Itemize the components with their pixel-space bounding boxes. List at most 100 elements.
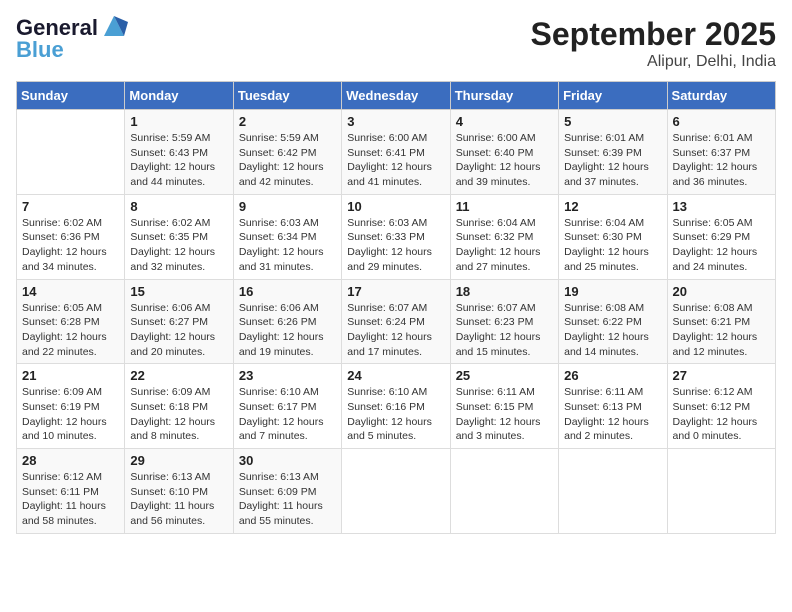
day-number: 25 (456, 368, 553, 383)
calendar-cell: 29 Sunrise: 6:13 AMSunset: 6:10 PMDayligh… (125, 449, 233, 534)
day-number: 5 (564, 114, 661, 129)
day-number: 6 (673, 114, 770, 129)
day-number: 10 (347, 199, 444, 214)
day-number: 7 (22, 199, 119, 214)
day-info: Sunrise: 6:13 AMSunset: 6:10 PMDaylight:… (130, 470, 227, 529)
day-number: 14 (22, 284, 119, 299)
header-thursday: Thursday (450, 82, 558, 110)
day-number: 9 (239, 199, 336, 214)
day-info: Sunrise: 6:10 AMSunset: 6:17 PMDaylight:… (239, 385, 336, 444)
calendar-week-row: 14 Sunrise: 6:05 AMSunset: 6:28 PMDayligh… (17, 279, 776, 364)
calendar-week-row: 21 Sunrise: 6:09 AMSunset: 6:19 PMDayligh… (17, 364, 776, 449)
day-info: Sunrise: 6:00 AMSunset: 6:40 PMDaylight:… (456, 131, 553, 190)
day-number: 20 (673, 284, 770, 299)
calendar-cell: 2 Sunrise: 5:59 AMSunset: 6:42 PMDaylight… (233, 110, 341, 195)
day-number: 8 (130, 199, 227, 214)
calendar-cell (559, 449, 667, 534)
day-number: 22 (130, 368, 227, 383)
day-number: 2 (239, 114, 336, 129)
calendar-week-row: 7 Sunrise: 6:02 AMSunset: 6:36 PMDaylight… (17, 194, 776, 279)
calendar-cell: 26 Sunrise: 6:11 AMSunset: 6:13 PMDayligh… (559, 364, 667, 449)
calendar-cell: 13 Sunrise: 6:05 AMSunset: 6:29 PMDayligh… (667, 194, 775, 279)
day-number: 16 (239, 284, 336, 299)
calendar-cell: 4 Sunrise: 6:00 AMSunset: 6:40 PMDaylight… (450, 110, 558, 195)
day-number: 28 (22, 453, 119, 468)
day-info: Sunrise: 6:03 AMSunset: 6:33 PMDaylight:… (347, 216, 444, 275)
day-info: Sunrise: 5:59 AMSunset: 6:42 PMDaylight:… (239, 131, 336, 190)
day-info: Sunrise: 6:12 AMSunset: 6:12 PMDaylight:… (673, 385, 770, 444)
day-info: Sunrise: 6:01 AMSunset: 6:37 PMDaylight:… (673, 131, 770, 190)
day-info: Sunrise: 6:11 AMSunset: 6:13 PMDaylight:… (564, 385, 661, 444)
logo-icon (100, 12, 128, 40)
calendar-cell: 12 Sunrise: 6:04 AMSunset: 6:30 PMDayligh… (559, 194, 667, 279)
calendar-cell: 30 Sunrise: 6:13 AMSunset: 6:09 PMDayligh… (233, 449, 341, 534)
day-number: 24 (347, 368, 444, 383)
day-info: Sunrise: 6:13 AMSunset: 6:09 PMDaylight:… (239, 470, 336, 529)
day-info: Sunrise: 6:08 AMSunset: 6:21 PMDaylight:… (673, 301, 770, 360)
header-saturday: Saturday (667, 82, 775, 110)
calendar-cell: 19 Sunrise: 6:08 AMSunset: 6:22 PMDayligh… (559, 279, 667, 364)
day-info: Sunrise: 5:59 AMSunset: 6:43 PMDaylight:… (130, 131, 227, 190)
calendar-cell: 27 Sunrise: 6:12 AMSunset: 6:12 PMDayligh… (667, 364, 775, 449)
title-block: September 2025 Alipur, Delhi, India (531, 16, 776, 71)
day-info: Sunrise: 6:00 AMSunset: 6:41 PMDaylight:… (347, 131, 444, 190)
calendar-cell: 23 Sunrise: 6:10 AMSunset: 6:17 PMDayligh… (233, 364, 341, 449)
calendar-cell: 14 Sunrise: 6:05 AMSunset: 6:28 PMDayligh… (17, 279, 125, 364)
calendar-cell: 28 Sunrise: 6:12 AMSunset: 6:11 PMDayligh… (17, 449, 125, 534)
day-number: 17 (347, 284, 444, 299)
day-info: Sunrise: 6:06 AMSunset: 6:27 PMDaylight:… (130, 301, 227, 360)
calendar-cell (450, 449, 558, 534)
logo: General Blue (16, 16, 128, 62)
day-info: Sunrise: 6:07 AMSunset: 6:24 PMDaylight:… (347, 301, 444, 360)
header-monday: Monday (125, 82, 233, 110)
day-number: 26 (564, 368, 661, 383)
day-info: Sunrise: 6:07 AMSunset: 6:23 PMDaylight:… (456, 301, 553, 360)
calendar-cell: 6 Sunrise: 6:01 AMSunset: 6:37 PMDaylight… (667, 110, 775, 195)
calendar-cell: 10 Sunrise: 6:03 AMSunset: 6:33 PMDayligh… (342, 194, 450, 279)
day-info: Sunrise: 6:02 AMSunset: 6:35 PMDaylight:… (130, 216, 227, 275)
day-info: Sunrise: 6:12 AMSunset: 6:11 PMDaylight:… (22, 470, 119, 529)
day-number: 21 (22, 368, 119, 383)
day-number: 4 (456, 114, 553, 129)
calendar-cell: 20 Sunrise: 6:08 AMSunset: 6:21 PMDayligh… (667, 279, 775, 364)
day-number: 19 (564, 284, 661, 299)
calendar-cell: 25Sunrise: 6:11 AMSunset: 6:15 PMDayligh… (450, 364, 558, 449)
day-number: 18 (456, 284, 553, 299)
day-info: Sunrise: 6:09 AMSunset: 6:18 PMDaylight:… (130, 385, 227, 444)
day-number: 11 (456, 199, 553, 214)
calendar-cell: 8 Sunrise: 6:02 AMSunset: 6:35 PMDaylight… (125, 194, 233, 279)
day-info: Sunrise: 6:05 AMSunset: 6:29 PMDaylight:… (673, 216, 770, 275)
calendar-cell (667, 449, 775, 534)
calendar-week-row: 1 Sunrise: 5:59 AMSunset: 6:43 PMDaylight… (17, 110, 776, 195)
header-friday: Friday (559, 82, 667, 110)
calendar-cell: 15Sunrise: 6:06 AMSunset: 6:27 PMDayligh… (125, 279, 233, 364)
day-number: 3 (347, 114, 444, 129)
calendar-cell: 9 Sunrise: 6:03 AMSunset: 6:34 PMDaylight… (233, 194, 341, 279)
day-info: Sunrise: 6:05 AMSunset: 6:28 PMDaylight:… (22, 301, 119, 360)
day-number: 30 (239, 453, 336, 468)
day-number: 27 (673, 368, 770, 383)
day-info: Sunrise: 6:04 AMSunset: 6:30 PMDaylight:… (564, 216, 661, 275)
header-tuesday: Tuesday (233, 82, 341, 110)
calendar-cell: 1 Sunrise: 5:59 AMSunset: 6:43 PMDaylight… (125, 110, 233, 195)
calendar-cell: 22 Sunrise: 6:09 AMSunset: 6:18 PMDayligh… (125, 364, 233, 449)
calendar-cell: 11Sunrise: 6:04 AMSunset: 6:32 PMDayligh… (450, 194, 558, 279)
day-number: 23 (239, 368, 336, 383)
day-info: Sunrise: 6:02 AMSunset: 6:36 PMDaylight:… (22, 216, 119, 275)
calendar-cell: 5Sunrise: 6:01 AMSunset: 6:39 PMDaylight… (559, 110, 667, 195)
calendar-header-row: SundayMondayTuesdayWednesdayThursdayFrid… (17, 82, 776, 110)
logo-text-blue: Blue (16, 38, 64, 62)
calendar-cell: 16Sunrise: 6:06 AMSunset: 6:26 PMDayligh… (233, 279, 341, 364)
day-info: Sunrise: 6:03 AMSunset: 6:34 PMDaylight:… (239, 216, 336, 275)
day-number: 29 (130, 453, 227, 468)
calendar-cell: 17 Sunrise: 6:07 AMSunset: 6:24 PMDayligh… (342, 279, 450, 364)
day-number: 13 (673, 199, 770, 214)
day-number: 1 (130, 114, 227, 129)
day-info: Sunrise: 6:09 AMSunset: 6:19 PMDaylight:… (22, 385, 119, 444)
calendar-week-row: 28 Sunrise: 6:12 AMSunset: 6:11 PMDayligh… (17, 449, 776, 534)
day-info: Sunrise: 6:10 AMSunset: 6:16 PMDaylight:… (347, 385, 444, 444)
day-number: 12 (564, 199, 661, 214)
day-info: Sunrise: 6:08 AMSunset: 6:22 PMDaylight:… (564, 301, 661, 360)
calendar-table: SundayMondayTuesdayWednesdayThursdayFrid… (16, 81, 776, 534)
calendar-cell: 3 Sunrise: 6:00 AMSunset: 6:41 PMDaylight… (342, 110, 450, 195)
